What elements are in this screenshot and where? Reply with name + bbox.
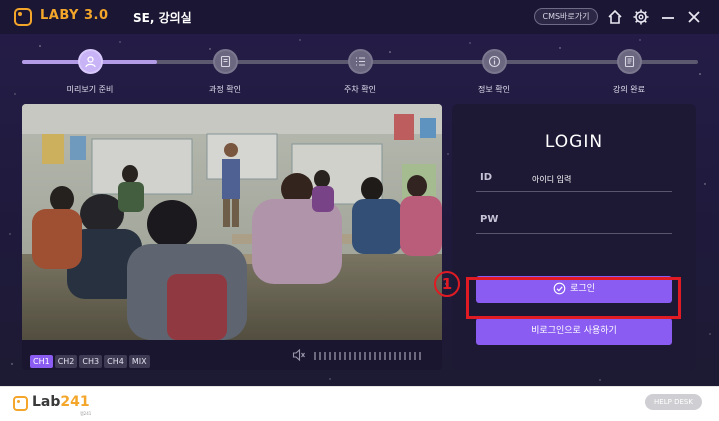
video-preview-panel: CH1 CH2 CH3 CH4 MIX	[22, 104, 442, 370]
step-label: 과정 확인	[209, 85, 241, 94]
footer-brand: Lab241	[32, 394, 90, 410]
classroom-name: SE, 강의실	[133, 11, 192, 25]
book-icon	[212, 49, 238, 74]
home-icon[interactable]	[606, 8, 624, 26]
step-lecture-complete: 강의 완료	[584, 49, 674, 95]
step-label: 강의 완료	[613, 85, 645, 94]
main-area: 미리보기 준비 과정 확인 주차 확인 정보 확인 강의 완료 CH1 CH2 …	[0, 34, 719, 386]
pw-label: PW	[480, 214, 499, 225]
channel-button-mix[interactable]: MIX	[128, 355, 150, 368]
step-week-check: 주차 확인	[315, 49, 405, 95]
step-preview-ready: 미리보기 준비	[45, 49, 135, 95]
annotation-highlight-box	[466, 277, 681, 319]
speaker-mute-icon[interactable]	[292, 348, 306, 362]
close-icon[interactable]	[685, 8, 703, 26]
gear-icon[interactable]	[632, 8, 650, 26]
help-desk-button[interactable]: HELP DESK	[645, 394, 702, 410]
user-icon	[77, 49, 103, 74]
password-input[interactable]	[532, 212, 672, 230]
step-label: 미리보기 준비	[66, 85, 114, 94]
step-course-check: 과정 확인	[180, 49, 270, 95]
step-label: 정보 확인	[478, 85, 510, 94]
minimize-icon[interactable]	[659, 8, 677, 26]
step-label: 주차 확인	[344, 85, 376, 94]
app-window: LABY 3.0 SE, 강의실 CMS바로가기 미리보기 준비 과정 확인 주…	[0, 0, 719, 421]
id-underline	[476, 191, 672, 192]
app-title: LABY 3.0	[40, 8, 109, 23]
id-input[interactable]	[532, 170, 672, 188]
brand-subtitle: 랩241	[80, 411, 92, 416]
brand-number: 241	[60, 394, 90, 410]
lab241-logo-icon	[13, 396, 28, 411]
laby-logo-icon	[14, 8, 32, 26]
list-icon	[347, 49, 373, 74]
footer: Lab241 랩241 HELP DESK	[0, 386, 719, 421]
document-icon	[616, 49, 642, 74]
volume-level-meter[interactable]	[314, 352, 424, 360]
channel-button-ch4[interactable]: CH4	[104, 355, 127, 368]
annotation-marker: 1	[434, 271, 460, 297]
id-label: ID	[480, 172, 493, 183]
brand-prefix: Lab	[32, 394, 61, 410]
channel-button-ch1[interactable]: CH1	[30, 355, 53, 368]
channel-button-ch2[interactable]: CH2	[54, 355, 78, 368]
login-title: LOGIN	[544, 132, 604, 152]
classroom-video-feed	[22, 104, 442, 340]
title-bar: LABY 3.0 SE, 강의실 CMS바로가기	[0, 0, 719, 34]
step-info-check: 정보 확인	[449, 49, 539, 95]
channel-button-ch3[interactable]: CH3	[79, 355, 103, 368]
cms-shortcut-button[interactable]: CMS바로가기	[534, 8, 598, 25]
pw-underline	[476, 233, 672, 234]
guest-use-button[interactable]: 비로그인으로 사용하기	[476, 318, 672, 345]
login-panel: LOGIN ID PW 로그인 비로그인으로 사용하기	[452, 104, 696, 370]
info-icon	[481, 49, 507, 74]
channel-selector: CH1 CH2 CH3 CH4 MIX	[30, 349, 152, 368]
